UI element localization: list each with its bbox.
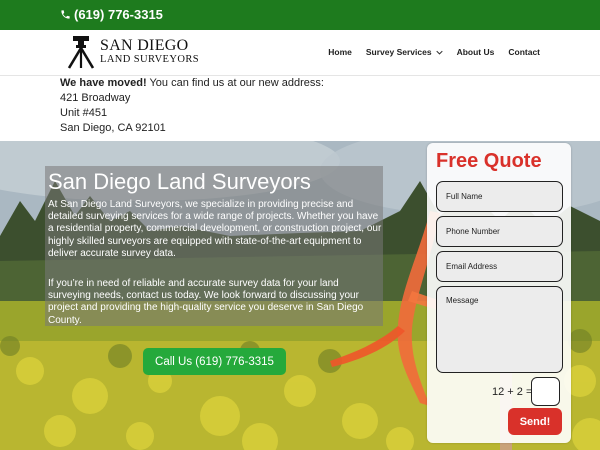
free-quote-title: Free Quote [436,150,542,172]
logo-title: SAN DIEGO [100,37,189,55]
full-name-input[interactable]: Full Name [436,181,563,212]
message-placeholder: Message [446,296,479,305]
site-logo[interactable]: SAN DIEGO LAND SURVEYORS [66,35,199,69]
surveyor-tripod-icon [67,36,95,69]
nav-label-about-us: About Us [456,47,495,57]
nav-item-home[interactable]: Home [328,47,352,57]
address-line-2: Unit #451 [60,107,108,119]
nav-label-home: Home [328,47,352,57]
nav-item-contact[interactable]: Contact [508,47,540,57]
top-bar: (619) 776-3315 [0,0,600,30]
email-address-input[interactable]: Email Address [436,251,563,282]
message-textarea[interactable]: Message [436,286,563,373]
captcha-question: 12 + 2 = [492,386,533,398]
address-line-3: San Diego, CA 92101 [60,122,166,134]
hero-paragraph-2: If you’re in need of reliable and accura… [48,278,364,326]
moved-text: You can find us at our new address: [146,77,324,89]
address-line-1: 421 Broadway [60,92,131,104]
nav-item-survey-services[interactable]: Survey Services [366,47,443,57]
full-name-placeholder: Full Name [446,192,483,201]
logo-subtitle: LAND SURVEYORS [100,54,199,66]
hero-paragraph-1: At San Diego Land Surveyors, we speciali… [48,199,382,259]
main-nav: Home Survey Services About Us Contact [314,47,540,57]
phone-number-input[interactable]: Phone Number [436,216,563,247]
nav-label-survey-services: Survey Services [365,47,432,57]
send-button[interactable]: Send! [508,408,562,435]
free-quote-form: Free Quote Full Name Phone Number Email … [427,143,571,443]
site-header: SAN DIEGO LAND SURVEYORS Home Survey Ser… [0,30,600,76]
call-us-button[interactable]: Call Us (619) 776-3315 [143,348,286,375]
nav-label-contact: Contact [508,47,540,57]
phone-icon [61,10,70,19]
phone-number-placeholder: Phone Number [446,227,500,236]
chevron-down-icon [435,50,443,55]
top-phone-number: (619) 776-3315 [74,7,163,22]
email-address-placeholder: Email Address [446,262,498,271]
top-phone-link[interactable]: (619) 776-3315 [60,7,163,22]
captcha-answer-input[interactable] [531,377,560,406]
nav-item-about-us[interactable]: About Us [457,47,495,57]
hero-title: San Diego Land Surveyors [48,169,311,194]
moved-heading: We have moved! [60,77,147,89]
moved-notice: We have moved! You can find us at our ne… [60,76,460,136]
